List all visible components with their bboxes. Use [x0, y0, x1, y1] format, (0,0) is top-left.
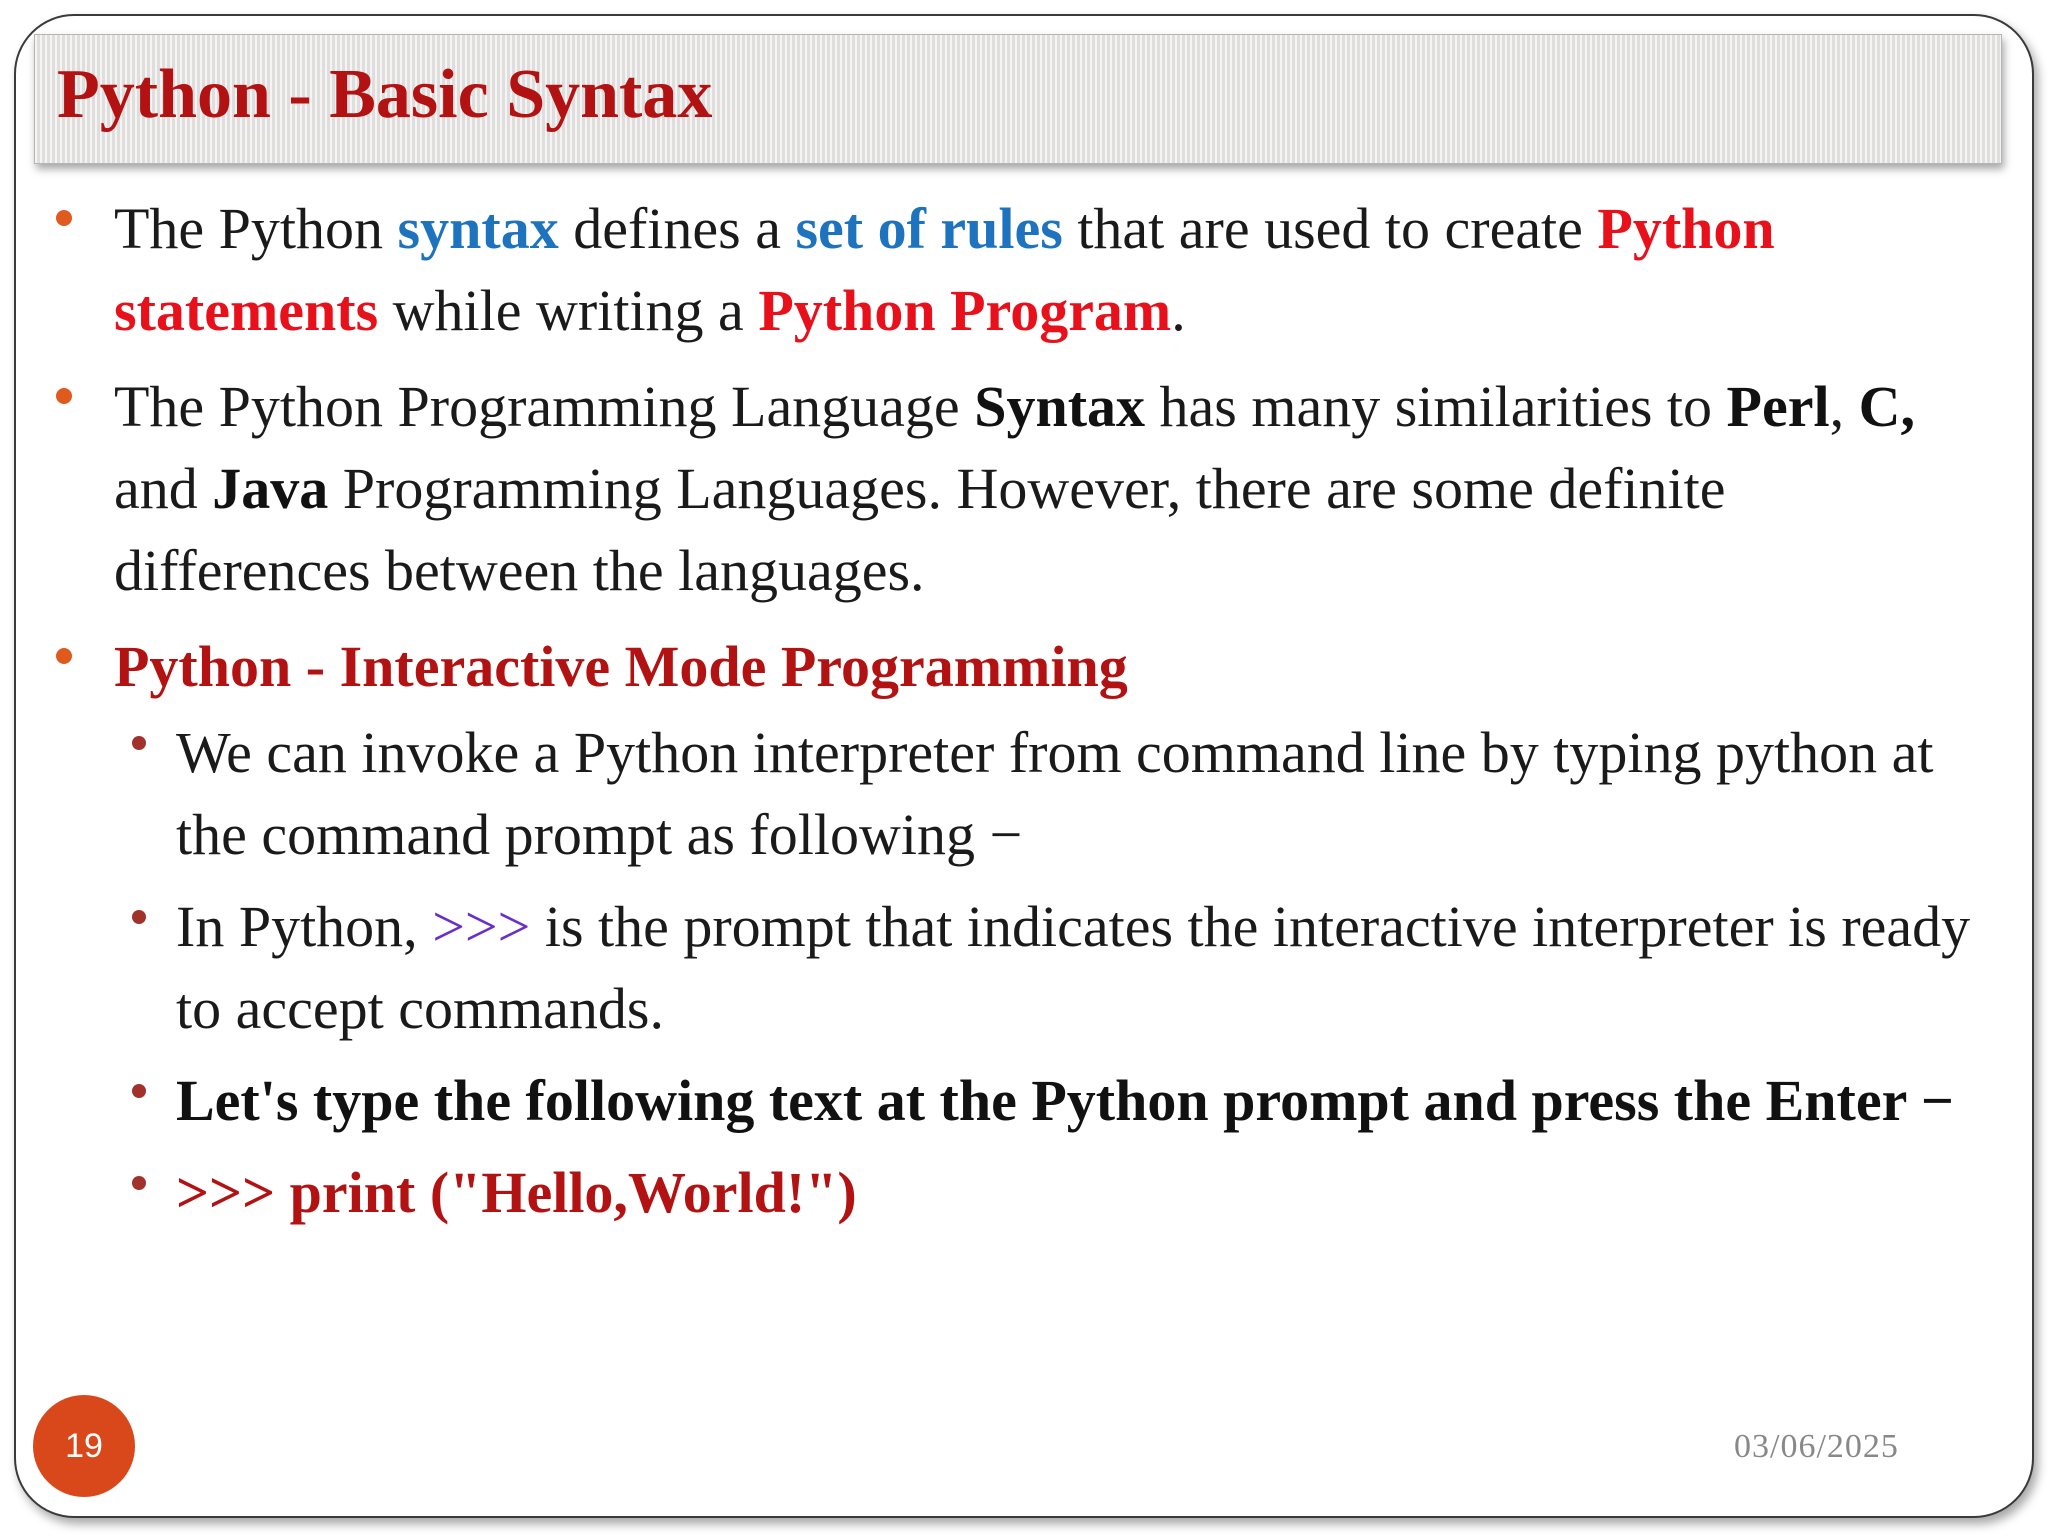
subbullet-prompt: In Python, >>> is the prompt that indica… [56, 886, 1986, 1050]
keyword-perl: Perl [1726, 374, 1830, 439]
subbullet-text: Let's type the following text at the Pyt… [176, 1068, 1954, 1133]
keyword-syntax: syntax [397, 196, 559, 261]
title-bar: Python - Basic Syntax [34, 34, 2002, 164]
text-segment: while writing a [378, 278, 759, 343]
subbullet-dot-icon [132, 1176, 146, 1190]
page-number: 19 [65, 1426, 103, 1465]
bullet-syntax-definition: The Python syntax defines a set of rules… [56, 188, 1986, 352]
subbullet-dot-icon [132, 910, 146, 924]
subbullet-invoke-interpreter: We can invoke a Python interpreter from … [56, 712, 1986, 876]
text-segment: The Python [114, 196, 398, 261]
keyword-python-program: Python Program [758, 278, 1172, 343]
text-segment: has many similarities to [1145, 374, 1727, 439]
subbullet-dot-icon [132, 1084, 146, 1098]
text-segment: The Python Programming Language [114, 374, 975, 439]
slide-title: Python - Basic Syntax [57, 56, 713, 133]
bullet-dot-icon [56, 648, 72, 664]
keyword-java: Java [212, 456, 329, 521]
bullet-dot-icon [56, 388, 72, 404]
subbullet-type-text: Let's type the following text at the Pyt… [56, 1060, 1986, 1142]
text-segment: defines a [558, 196, 796, 261]
subbullet-text: We can invoke a Python interpreter from … [176, 720, 1934, 867]
subbullet-code-example: >>> print ("Hello,World!") [56, 1152, 1986, 1234]
code-example: >>> print ("Hello,World!") [176, 1160, 857, 1225]
keyword-c: C, [1858, 374, 1915, 439]
text-segment: that are used to create [1062, 196, 1598, 261]
text-segment: In Python, [176, 894, 433, 959]
bullet-dot-icon [56, 210, 72, 226]
slide-content: The Python syntax defines a set of rules… [56, 188, 1986, 1244]
subbullet-dot-icon [132, 736, 146, 750]
bullet-syntax-similarities: The Python Programming Language Syntax h… [56, 366, 1986, 612]
text-segment: . [1171, 278, 1186, 343]
page-number-badge: 19 [33, 1395, 135, 1497]
prompt-symbol: >>> [432, 894, 531, 959]
slide-date: 03/06/2025 [1734, 1428, 1899, 1465]
text-segment: and [114, 456, 213, 521]
bullet-interactive-mode: Python - Interactive Mode Programming [56, 626, 1986, 708]
keyword-syntax-bold: Syntax [974, 374, 1146, 439]
keyword-set-of-rules: set of rules [795, 196, 1063, 261]
text-segment: , [1829, 374, 1859, 439]
section-heading: Python - Interactive Mode Programming [114, 634, 1128, 699]
text-segment: Programming Languages. However, there ar… [114, 456, 1726, 603]
